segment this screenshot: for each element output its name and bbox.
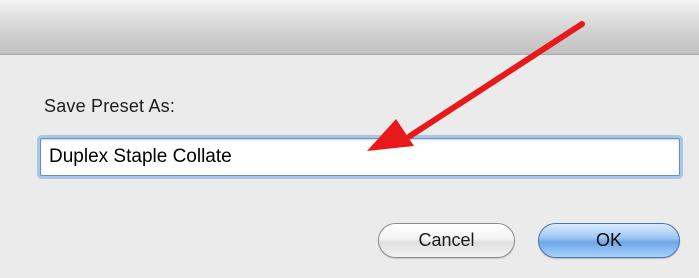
preset-name-field[interactable] [40,138,680,176]
dialog-sheet: Save Preset As: Cancel OK [0,0,699,278]
save-preset-label: Save Preset As: [44,96,176,116]
ok-button[interactable]: OK [538,223,680,258]
cancel-button[interactable]: Cancel [378,223,515,258]
window-titlebar [0,0,699,55]
